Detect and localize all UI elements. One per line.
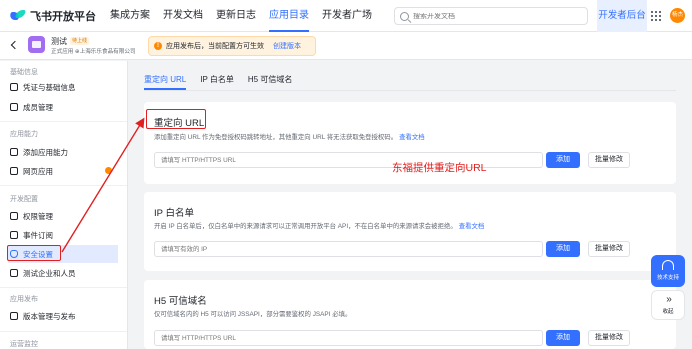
sidebar-item-label: 测试企业和人员 [23,268,76,278]
nav-item-developer-square[interactable]: 开发者广场 [322,0,372,32]
view-docs-link[interactable]: 查看文档 [459,223,485,230]
description-text: 添加重定向 URL 作为免登授权码跳转地址，其他重定向 URL 将无法获取免登授… [154,134,398,141]
sidebar-item-credentials[interactable]: 凭证与基础信息 [8,78,118,96]
headset-icon [662,260,674,270]
app-icon [28,36,45,53]
sidebar-group-basic: 基础信息 [10,69,38,76]
nav-item-app-directory[interactable]: 应用目录 [269,0,309,32]
highlight-box-security [7,245,61,261]
tab-ip-whitelist[interactable]: IP 白名单 [200,74,234,90]
sidebar-item-label: 权限管理 [23,211,53,221]
divider [0,185,127,186]
sidebar: 基础信息 凭证与基础信息 成员管理 应用能力 添加应用能力 网页应用 开发配置 … [0,61,128,349]
notification-dot [105,167,112,174]
warning-icon: ! [154,42,162,50]
main-nav: 集成方案 开发文档 更新日志 应用目录 开发者广场 [98,0,372,32]
sidebar-item-members[interactable]: 成员管理 [8,98,118,116]
description-text: 开启 IP 白名单后，仅白名单中的来源请求可以正常调用开放平台 API，不在白名… [154,223,457,230]
card-title: H5 可信域名 [154,296,207,307]
card-description: 仅可信域名内的 H5 可以访问 JSSAPI，部分需要鉴权的 JSAPI 必填。 [154,309,351,318]
batch-edit-button[interactable]: 批量修改 [588,330,630,346]
divider [0,121,127,122]
add-icon [10,148,18,156]
divider [0,287,127,288]
permission-icon [10,212,18,220]
ip-input[interactable] [154,241,543,257]
double-chevron-icon: » [666,294,672,305]
tab-h5-domain[interactable]: H5 可信域名 [248,74,292,90]
batch-edit-button[interactable]: 批量修改 [588,241,630,257]
sidebar-item-label: 事件订阅 [23,230,53,240]
brand-logo[interactable]: 飞书开放平台 [9,8,98,24]
app-grid-icon[interactable] [651,11,661,21]
sidebar-item-permissions[interactable]: 权限管理 [8,207,118,225]
developer-console-button[interactable]: 开发者后台 [597,0,647,32]
app-subtitle: 正式应用 ⊕上海乐乐食品有限公司 [51,49,136,55]
search-icon [400,11,409,21]
sidebar-group-monitoring: 运营监控 [10,341,38,348]
sidebar-group-capabilities: 应用能力 [10,131,38,138]
sidebar-item-web-app[interactable]: 网页应用 [8,162,118,180]
app-name: 测试 [51,37,67,46]
sidebar-item-label: 成员管理 [23,102,53,112]
collapse-label: 收起 [662,309,674,315]
tab-redirect-url[interactable]: 重定向 URL [144,74,187,90]
h5-domain-input[interactable] [154,330,543,346]
tech-support-label: 技术支持 [656,275,679,281]
sidebar-item-events[interactable]: 事件订阅 [8,226,118,244]
sidebar-item-add-capability[interactable]: 添加应用能力 [8,143,118,161]
sidebar-item-label: 添加应用能力 [23,147,68,157]
annotation-text: 东福提供重定向URL [392,162,487,174]
notice-text: 应用发布后，当前配置方可生效 [166,43,264,50]
status-badge: 待上线 [70,37,90,45]
tab-bar: 重定向 URL IP 白名单 H5 可信域名 [144,74,306,90]
back-arrow-icon[interactable] [10,40,20,50]
sidebar-item-label: 凭证与基础信息 [23,82,76,92]
batch-edit-button[interactable]: 批量修改 [588,152,630,168]
sidebar-item-label: 版本管理与发布 [23,311,76,321]
card-description: 添加重定向 URL 作为免登授权码跳转地址，其他重定向 URL 将无法获取免登授… [154,132,425,141]
avatar[interactable]: 杨杰 [670,8,685,23]
card-description: 开启 IP 白名单后，仅白名单中的来源请求可以正常调用开放平台 API，不在白名… [154,221,484,230]
create-version-link[interactable]: 创建版本 [273,41,301,51]
search-box[interactable] [394,7,588,25]
sidebar-group-dev-config: 开发配置 [10,196,38,203]
sidebar-item-versions[interactable]: 版本管理与发布 [8,307,118,325]
highlight-box-redirect-title [146,109,206,129]
event-icon [10,231,18,239]
add-button[interactable]: 添加 [546,152,580,168]
web-icon [10,167,18,175]
nav-item-solutions[interactable]: 集成方案 [110,0,150,32]
tech-support-button[interactable]: 技术支持 [651,255,685,287]
nav-item-changelog[interactable]: 更新日志 [216,0,256,32]
description-text: 仅可信域名内的 H5 可以访问 JSSAPI，部分需要鉴权的 JSAPI 必填。 [154,311,352,318]
brand-name: 飞书开放平台 [30,10,96,23]
ip-whitelist-card: IP 白名单 开启 IP 白名单后，仅白名单中的来源请求可以正常调用开放平台 A… [144,192,676,271]
sidebar-group-release: 应用发布 [10,296,38,303]
h5-domain-card: H5 可信域名 仅可信域名内的 H5 可以访问 JSSAPI，部分需要鉴权的 J… [144,280,676,349]
top-bar: 飞书开放平台 集成方案 开发文档 更新日志 应用目录 开发者广场 [0,0,692,32]
sidebar-item-test-users[interactable]: 测试企业和人员 [8,264,118,282]
search-input[interactable] [413,12,573,20]
publish-notice: ! 应用发布后，当前配置方可生效 创建版本 [148,36,316,56]
card-title: IP 白名单 [154,208,194,219]
add-button[interactable]: 添加 [546,241,580,257]
collapse-button[interactable]: » 收起 [651,290,685,320]
test-icon [10,269,18,277]
version-icon [10,312,18,320]
add-button[interactable]: 添加 [546,330,580,346]
view-docs-link[interactable]: 查看文档 [399,134,425,141]
app-header-bar [0,32,692,60]
divider [144,90,676,91]
user-icon [10,103,18,111]
feishu-logo-icon [9,9,26,22]
document-icon [10,83,18,91]
divider [0,331,127,332]
sidebar-item-label: 网页应用 [23,166,53,176]
nav-item-docs[interactable]: 开发文档 [163,0,203,32]
